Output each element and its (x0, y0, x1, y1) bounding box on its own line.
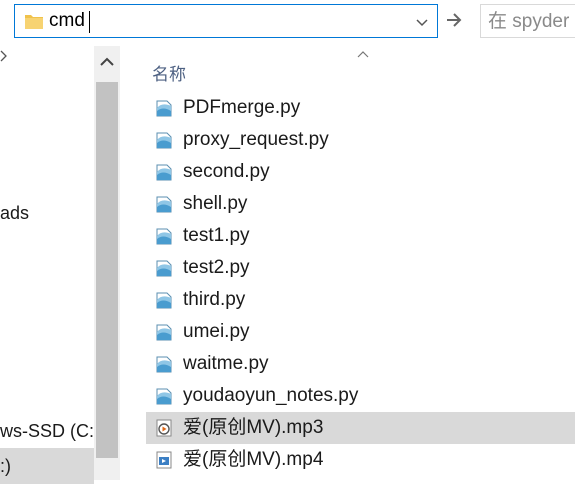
scroll-up-icon[interactable] (98, 54, 116, 70)
python-file-icon (154, 162, 174, 182)
column-header-name[interactable]: 名称 (152, 60, 186, 85)
file-row[interactable]: proxy_request.py (146, 124, 575, 156)
file-name: 爱(原创MV).mp4 (183, 449, 324, 470)
python-file-icon (154, 322, 174, 342)
nav-item-downloads[interactable]: ads (0, 202, 29, 224)
file-name: proxy_request.py (183, 129, 329, 150)
file-list: 名称 PDFmerge.py proxy_request.py second.py s… (146, 46, 575, 480)
scrollbar-thumb[interactable] (96, 82, 118, 458)
python-file-icon (154, 258, 174, 278)
nav-item-label: :) (0, 456, 11, 476)
file-row[interactable]: test1.py (146, 220, 575, 252)
file-row[interactable]: youdaoyun_notes.py (146, 380, 575, 412)
file-name: shell.py (183, 193, 248, 214)
python-file-icon (154, 386, 174, 406)
audio-file-icon (154, 418, 174, 438)
file-row[interactable]: PDFmerge.py (146, 92, 575, 124)
python-file-icon (154, 194, 174, 214)
file-row[interactable]: 爱(原创MV).mp3 (146, 412, 575, 444)
file-row[interactable]: umei.py (146, 316, 575, 348)
file-row[interactable]: test2.py (146, 252, 575, 284)
sort-up-icon (357, 51, 369, 58)
go-arrow-icon[interactable] (444, 10, 464, 30)
nav-scrollbar[interactable] (94, 46, 120, 480)
file-name: second.py (183, 161, 270, 182)
file-name: youdaoyun_notes.py (183, 385, 359, 406)
address-text[interactable]: cmd (49, 10, 85, 32)
file-name: 爱(原创MV).mp3 (183, 417, 324, 438)
file-row[interactable]: shell.py (146, 188, 575, 220)
address-bar[interactable]: cmd (14, 4, 438, 38)
file-row[interactable]: second.py (146, 156, 575, 188)
chevron-right-icon[interactable] (0, 50, 8, 62)
nav-item-c-drive[interactable]: ws-SSD (C:) (0, 420, 100, 442)
search-placeholder: 在 spyder (488, 11, 570, 32)
file-row[interactable]: waitme.py (146, 348, 575, 380)
file-name: waitme.py (183, 353, 269, 374)
file-name: test2.py (183, 257, 250, 278)
nav-item-selected-drive[interactable]: :) (0, 448, 94, 484)
python-file-icon (154, 226, 174, 246)
python-file-icon (154, 130, 174, 150)
video-file-icon (154, 450, 174, 470)
python-file-icon (154, 290, 174, 310)
file-name: test1.py (183, 225, 250, 246)
chevron-down-icon[interactable] (411, 11, 433, 33)
address-toolbar: cmd 在 spyder (0, 0, 575, 46)
python-file-icon (154, 354, 174, 374)
file-name: PDFmerge.py (183, 97, 301, 118)
file-row[interactable]: third.py (146, 284, 575, 316)
file-name: third.py (183, 289, 246, 310)
python-file-icon (154, 98, 174, 118)
file-row[interactable]: 爱(原创MV).mp4 (146, 444, 575, 476)
search-box[interactable]: 在 spyder (480, 4, 575, 38)
text-cursor (89, 11, 90, 33)
folder-icon (25, 15, 43, 29)
file-name: umei.py (183, 321, 250, 342)
